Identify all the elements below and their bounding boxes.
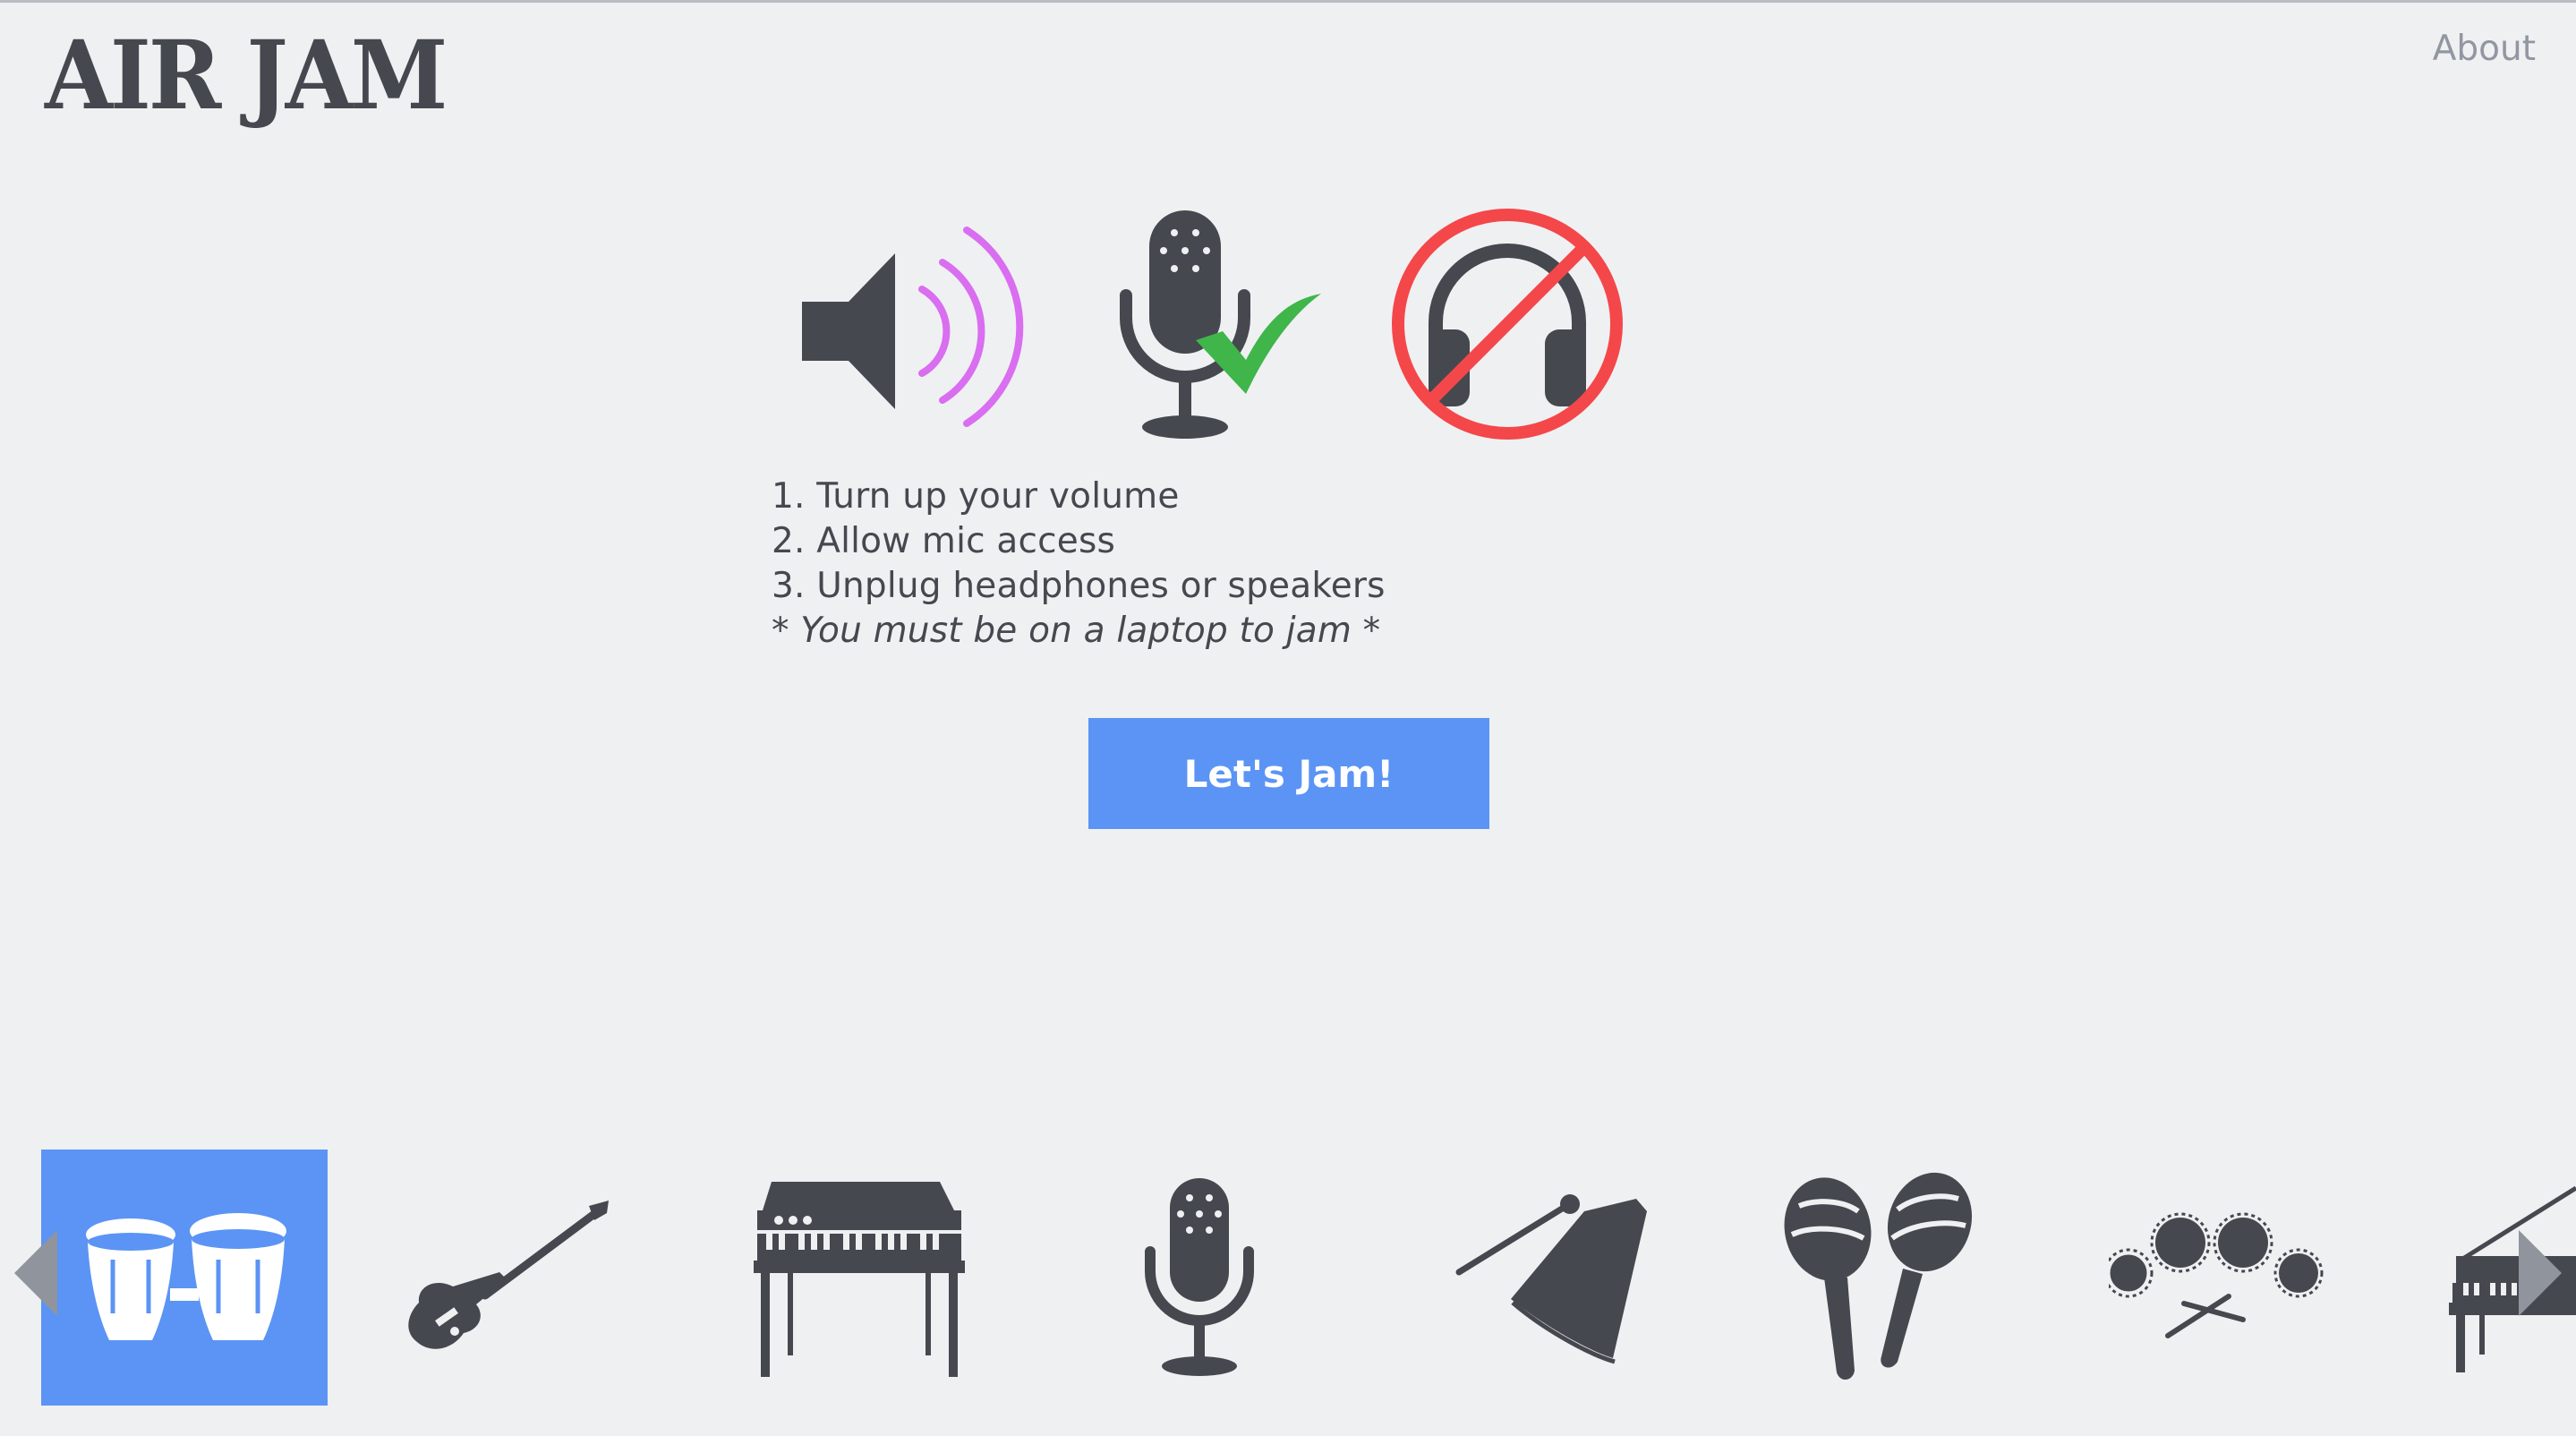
- electric-guitar-icon: [408, 1201, 609, 1349]
- cowbell-icon: [1455, 1194, 1647, 1364]
- bongos-icon: [86, 1213, 286, 1340]
- carousel-next-arrow[interactable]: [2519, 1230, 2562, 1316]
- app-logo: AIR JAM: [45, 20, 448, 132]
- instrument-carousel: [0, 1150, 2576, 1409]
- lets-jam-button[interactable]: Let's Jam!: [1088, 718, 1489, 829]
- setup-instructions: 1. Turn up your volume 2. Allow mic acce…: [772, 474, 1386, 654]
- maracas-icon: [1784, 1172, 1973, 1380]
- instrument-drum-kit[interactable]: [2073, 1150, 2359, 1406]
- about-link[interactable]: About: [2433, 27, 2536, 72]
- step-unplug-headphones: 3. Unplug headphones or speakers: [772, 566, 1386, 606]
- instrument-microphone[interactable]: [1056, 1150, 1343, 1406]
- carousel-prev-arrow[interactable]: [14, 1230, 57, 1316]
- step-volume: 1. Turn up your volume: [772, 476, 1180, 517]
- window-top-border: [0, 0, 2576, 3]
- instrument-bongos[interactable]: [41, 1150, 328, 1406]
- instrument-cowbell[interactable]: [1414, 1150, 1701, 1406]
- microphone-check-icon: [1120, 210, 1321, 439]
- instrument-synth-keyboard[interactable]: [716, 1150, 1002, 1406]
- instrument-maracas[interactable]: [1736, 1150, 2023, 1406]
- no-headphones-icon: [1392, 209, 1623, 440]
- microphone-icon: [1145, 1178, 1254, 1376]
- drum-kit-icon: [2109, 1212, 2324, 1338]
- synth-keyboard-icon: [754, 1182, 965, 1377]
- instrument-electric-guitar[interactable]: [363, 1150, 650, 1406]
- laptop-note: * You must be on a laptop to jam *: [772, 611, 1381, 651]
- step-mic-access: 2. Allow mic access: [772, 521, 1115, 561]
- speaker-volume-icon: [802, 227, 1024, 427]
